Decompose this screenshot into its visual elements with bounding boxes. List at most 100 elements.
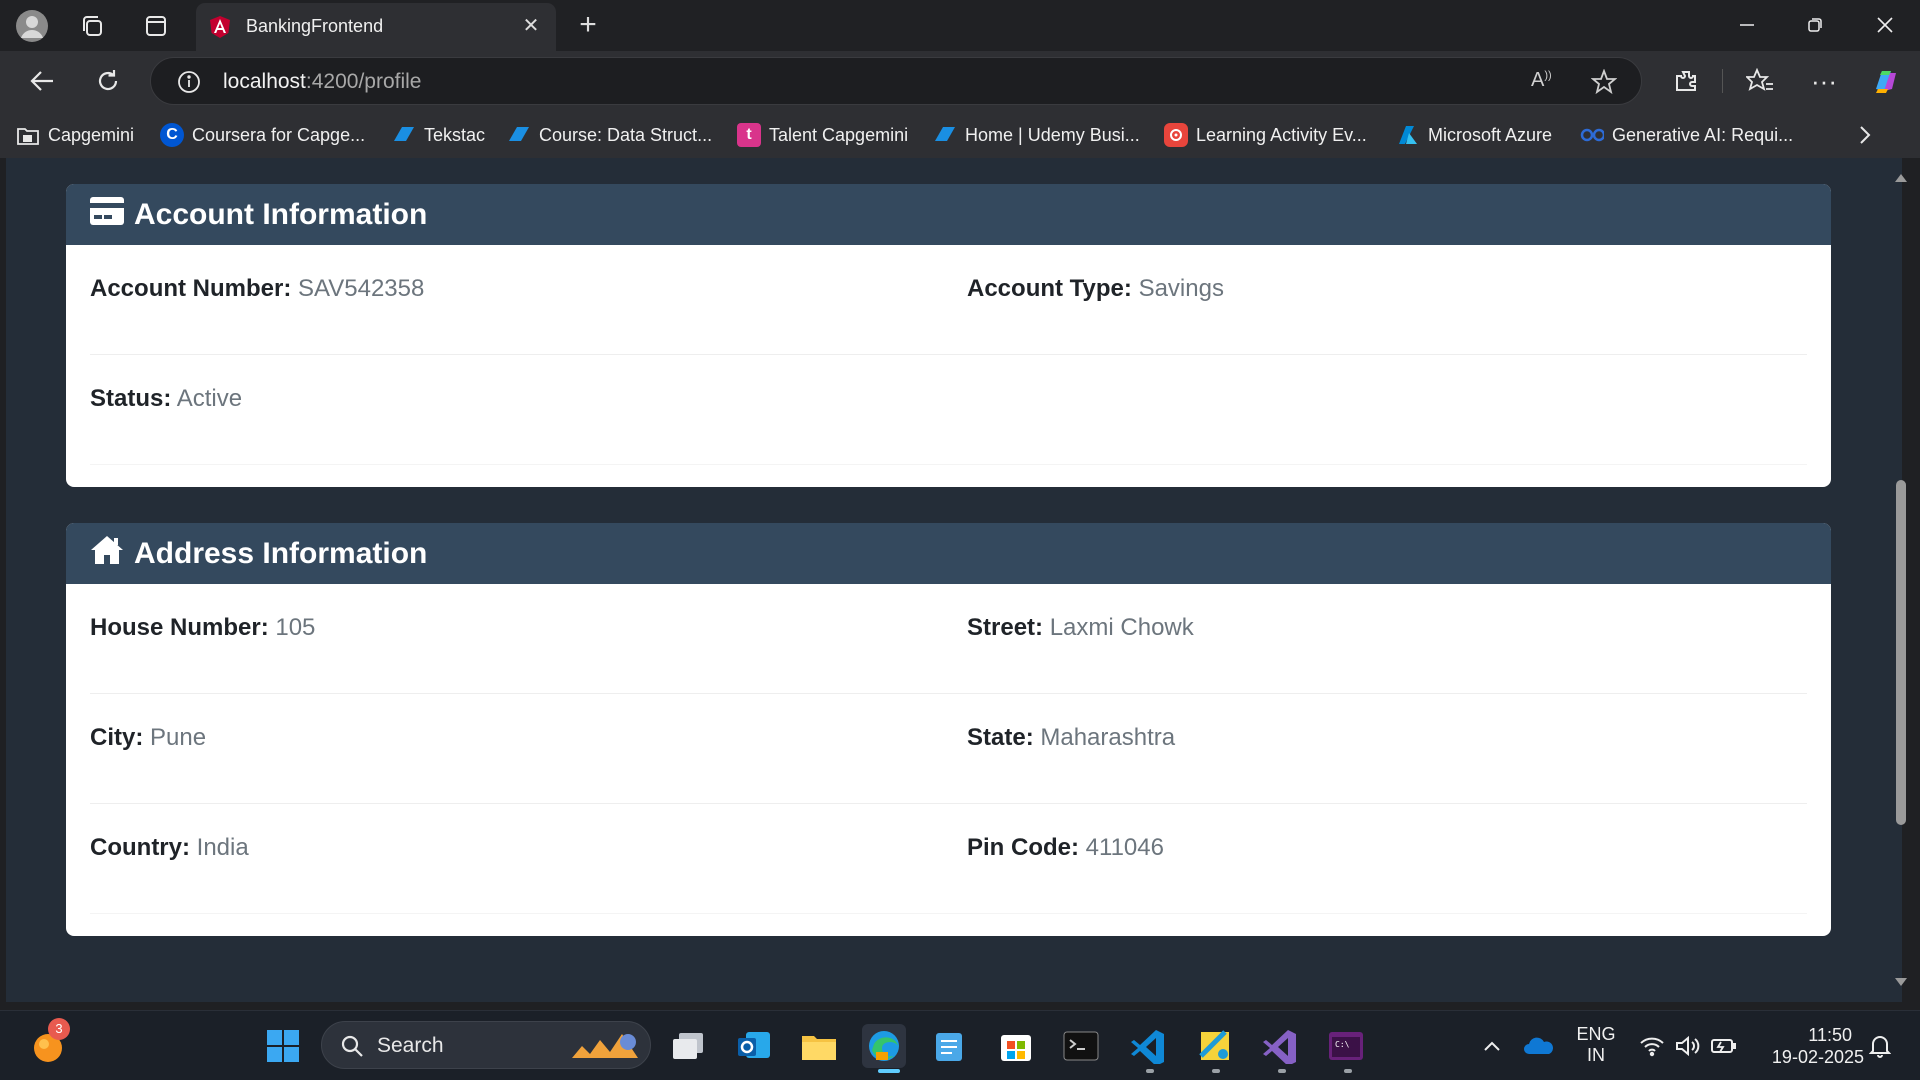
- bookmark-talent-capgemini[interactable]: t Talent Capgemini: [737, 121, 908, 149]
- talent-icon: t: [737, 123, 761, 147]
- country-label: Country:: [90, 834, 190, 861]
- clock-date: 19-02-2025: [1771, 1047, 1864, 1067]
- house-number-label: House Number:: [90, 614, 269, 641]
- bookmark-generative-ai[interactable]: Generative AI: Requi...: [1580, 121, 1793, 149]
- house-number-value: 105: [275, 614, 316, 641]
- back-arrow-icon[interactable]: [22, 63, 62, 99]
- active-tab[interactable]: BankingFrontend ✕: [196, 3, 556, 51]
- bookmarks-overflow-chevron-icon[interactable]: [1858, 121, 1872, 149]
- scroll-up-arrow-icon: [1895, 174, 1907, 182]
- pin-code-field: Pin Code: 411046: [967, 834, 1164, 862]
- account-card-header: Account Information: [66, 184, 1831, 245]
- status-label: Status:: [90, 385, 172, 412]
- onedrive-icon[interactable]: [1517, 1024, 1561, 1068]
- snipping-tool-icon[interactable]: [1193, 1024, 1237, 1068]
- browser-titlebar: BankingFrontend ✕ +: [0, 0, 1920, 51]
- show-hidden-icons-chevron-icon[interactable]: [1470, 1024, 1514, 1068]
- visual-studio-icon[interactable]: [1258, 1024, 1302, 1068]
- account-row-2: Status: Active: [90, 355, 1807, 465]
- dev-terminal-icon[interactable]: C:\: [1324, 1024, 1368, 1068]
- battery-icon[interactable]: [1702, 1024, 1746, 1068]
- bookmark-udemy[interactable]: Home | Udemy Busi...: [933, 121, 1140, 149]
- vertical-tabs-icon[interactable]: [138, 8, 174, 44]
- windows-taskbar: 3 Search C:\ ENG IN 11:50 19-02-2025: [0, 1010, 1920, 1080]
- bookmark-learning-activity[interactable]: Learning Activity Ev...: [1164, 121, 1367, 149]
- url-text[interactable]: localhost:4200/profile: [223, 70, 421, 94]
- address-row-1: House Number: 105 Street: Laxmi Chowk: [90, 584, 1807, 694]
- favorite-star-icon[interactable]: [1590, 68, 1618, 100]
- new-tab-icon[interactable]: +: [572, 10, 604, 42]
- country-value: India: [196, 834, 249, 861]
- restore-icon[interactable]: [1790, 6, 1840, 44]
- extensions-icon[interactable]: [1666, 63, 1706, 99]
- notepad-icon[interactable]: [927, 1024, 971, 1068]
- pin-code-label: Pin Code:: [967, 834, 1079, 861]
- outlook-icon[interactable]: [732, 1024, 776, 1068]
- search-label: Search: [377, 1034, 444, 1057]
- start-windows-icon[interactable]: [261, 1024, 305, 1068]
- search-icon: [341, 1035, 363, 1057]
- folder-icon: [16, 123, 40, 147]
- angular-icon: [208, 15, 232, 39]
- genai-icon: [1580, 123, 1604, 147]
- account-row-1: Account Number: SAV542358 Account Type: …: [90, 245, 1807, 355]
- search-highlight-icon: [572, 1034, 638, 1058]
- pin-code-value: 411046: [1085, 834, 1164, 861]
- address-bar[interactable]: localhost:4200/profile A)): [150, 57, 1642, 105]
- url-path: :4200/profile: [305, 70, 422, 93]
- edge-active-indicator: [878, 1069, 900, 1073]
- visual-studio-running-indicator: [1278, 1069, 1286, 1073]
- read-aloud-icon[interactable]: A)): [1531, 69, 1552, 92]
- url-host: localhost: [223, 70, 306, 93]
- account-number-label: Account Number:: [90, 275, 292, 302]
- region-code: IN: [1587, 1045, 1605, 1065]
- microsoft-store-icon[interactable]: [994, 1024, 1038, 1068]
- bookmark-label: Coursera for Capge...: [192, 124, 366, 145]
- language-indicator[interactable]: ENG IN: [1570, 1024, 1622, 1066]
- dev-terminal-running-indicator: [1344, 1069, 1352, 1073]
- workspaces-icon[interactable]: [74, 8, 110, 44]
- clock-time: 11:50: [1808, 1025, 1852, 1045]
- bookmark-course-data-struct[interactable]: Course: Data Struct...: [507, 121, 712, 149]
- site-info-icon[interactable]: [177, 70, 201, 99]
- status-value: Active: [176, 385, 243, 412]
- task-view-icon[interactable]: [666, 1024, 710, 1068]
- more-options-icon[interactable]: ···: [1804, 63, 1844, 99]
- country-field: Country: India: [90, 834, 249, 862]
- file-explorer-icon[interactable]: [797, 1024, 841, 1068]
- taskbar-search[interactable]: Search: [321, 1021, 651, 1069]
- bookmark-coursera[interactable]: C Coursera for Capge...: [160, 121, 365, 149]
- edge-browser-icon[interactable]: [862, 1024, 906, 1068]
- bookmarks-bar: Capgemini C Coursera for Capge... Teksta…: [0, 111, 1920, 158]
- street-label: Street:: [967, 614, 1044, 641]
- notification-badge: 3: [48, 1018, 70, 1040]
- credit-card-icon: [90, 196, 134, 233]
- bookmark-microsoft-azure[interactable]: Microsoft Azure: [1396, 121, 1552, 149]
- copilot-icon[interactable]: [1866, 63, 1906, 99]
- account-type-field: Account Type: Savings: [967, 275, 1224, 303]
- state-field: State: Maharashtra: [967, 724, 1175, 752]
- tab-close-icon[interactable]: ✕: [518, 13, 544, 39]
- favorites-icon[interactable]: [1740, 63, 1780, 99]
- close-window-icon[interactable]: [1860, 6, 1910, 44]
- house-number-field: House Number: 105: [90, 614, 315, 642]
- account-type-value: Savings: [1138, 275, 1224, 302]
- coursera-icon: C: [160, 123, 184, 147]
- street-value: Laxmi Chowk: [1049, 614, 1194, 641]
- learning-icon: [1164, 123, 1188, 147]
- minimize-icon[interactable]: [1722, 6, 1772, 44]
- bookmark-label: Generative AI: Requi...: [1612, 124, 1794, 145]
- refresh-icon[interactable]: [88, 63, 128, 99]
- account-information-card: Account Information Account Number: SAV5…: [66, 184, 1831, 487]
- city-value: Pune: [150, 724, 207, 751]
- bookmark-tekstac[interactable]: Tekstac: [392, 121, 485, 149]
- scrollbar-thumb[interactable]: [1896, 480, 1906, 825]
- vscode-icon[interactable]: [1126, 1024, 1170, 1068]
- notifications-bell-icon[interactable]: [1858, 1024, 1902, 1068]
- terminal-icon[interactable]: [1059, 1024, 1103, 1068]
- bookmark-capgemini[interactable]: Capgemini: [16, 121, 134, 149]
- clock[interactable]: 11:50 19-02-2025: [1754, 1024, 1864, 1068]
- weather-widget-icon[interactable]: 3: [26, 1018, 70, 1068]
- home-icon: [90, 535, 134, 573]
- profile-avatar-icon[interactable]: [14, 8, 50, 44]
